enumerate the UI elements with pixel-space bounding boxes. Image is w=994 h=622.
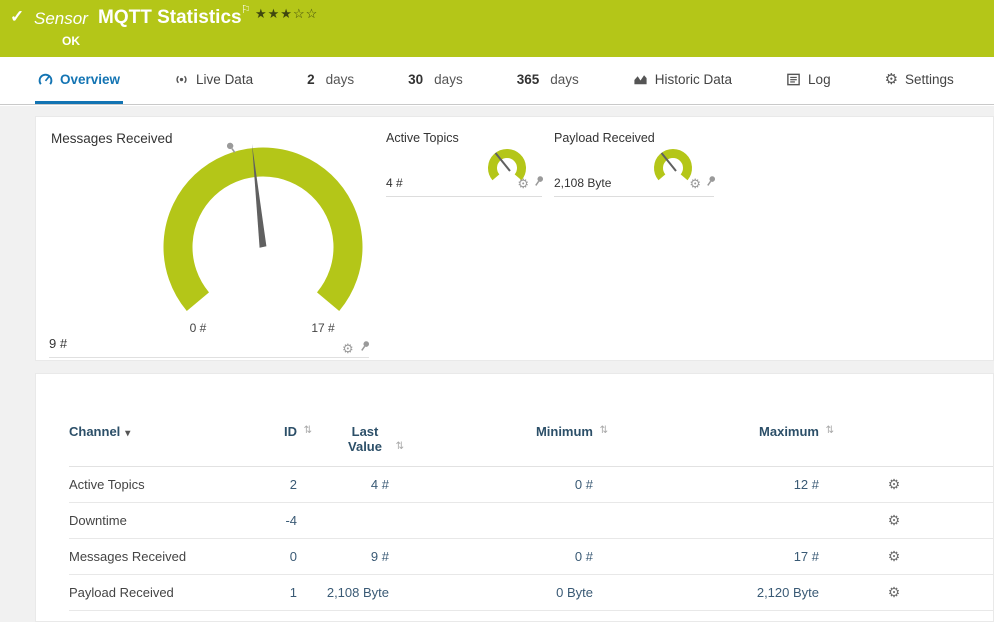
- channel-maximum: 12 #: [793, 477, 819, 492]
- overview-gauge-icon: [38, 72, 53, 87]
- live-data-broadcast-icon: [174, 72, 189, 87]
- channel-settings-gear-icon[interactable]: ⚙: [888, 584, 901, 600]
- channel-minimum: 0 #: [574, 549, 593, 564]
- sensor-type-label: Sensor: [34, 9, 88, 28]
- rating-stars[interactable]: ★★★☆☆: [255, 6, 318, 22]
- tab-365-days[interactable]: 365 days: [514, 57, 582, 104]
- mini-gauge-title: Active Topics: [386, 131, 459, 145]
- gauge-pin-icon[interactable]: [529, 173, 547, 193]
- table-row: Active Topics 2 4 # 0 # 12 # ⚙: [69, 467, 993, 503]
- mini-gauge-value: 2,108 Byte: [554, 176, 612, 190]
- tab-historic-data[interactable]: Historic Data: [630, 57, 735, 104]
- main-gauge-value: 9 #: [49, 336, 68, 351]
- tab-label: Live Data: [196, 71, 254, 87]
- channels-table: Channel ▾ ID ⇅ Last Value ⇅ Minimum ⇅ Maximu…: [69, 424, 993, 611]
- divider: [49, 357, 369, 358]
- tab-day-count: 2: [307, 71, 315, 87]
- tab-day-count: 30: [408, 71, 424, 87]
- gauge-settings-gear-icon[interactable]: ⚙: [517, 177, 529, 190]
- channel-maximum: 2,120 Byte: [756, 585, 819, 600]
- gauges-panel: Messages Received 0 # 17 # 9 # ⚙ Active …: [35, 116, 994, 361]
- channel-id: 2: [289, 477, 297, 492]
- sensor-header: ✓ Sensor MQTT Statistics ⚐ ★★★☆☆ OK: [0, 0, 994, 57]
- channel-last-value: 4 #: [370, 477, 389, 492]
- content-area: Messages Received 0 # 17 # 9 # ⚙ Active …: [0, 106, 994, 622]
- mini-gauge-value: 4 #: [386, 176, 403, 190]
- gauge-pin-icon[interactable]: [354, 338, 372, 358]
- channel-maximum: 17 #: [793, 549, 819, 564]
- tab-settings[interactable]: ⚙ Settings: [882, 57, 957, 104]
- payload-received-gauge-block: Payload Received 2,108 Byte ⚙: [554, 131, 716, 197]
- tab-2-days[interactable]: 2 days: [304, 57, 357, 104]
- channel-last-value: 9 #: [370, 549, 389, 564]
- channel-id: 0: [289, 549, 297, 564]
- tab-bar: Overview Live Data 2 days 30 days 365 days …: [0, 57, 994, 105]
- gauge-scale-min: 0 #: [189, 321, 207, 335]
- column-header-maximum[interactable]: Maximum ⇅: [593, 424, 834, 439]
- channel-settings-gear-icon[interactable]: ⚙: [888, 548, 901, 564]
- gauge-scale-max: 17 #: [311, 321, 335, 335]
- tab-day-suffix: days: [550, 71, 579, 87]
- channel-name: Payload Received: [69, 585, 174, 600]
- table-row: Downtime -4 ⚙: [69, 503, 993, 539]
- tab-label: Historic Data: [654, 71, 733, 87]
- table-row: Messages Received 0 9 # 0 # 17 # ⚙: [69, 539, 993, 575]
- main-gauge-title: Messages Received: [51, 131, 173, 146]
- channel-name: Active Topics: [69, 477, 145, 492]
- tab-day-suffix: days: [434, 71, 463, 87]
- column-header-channel[interactable]: Channel ▾: [69, 424, 239, 439]
- status-ok-check-icon: ✓: [10, 7, 25, 26]
- tab-30-days[interactable]: 30 days: [405, 57, 466, 104]
- channel-last-value: 2,108 Byte: [326, 585, 389, 600]
- page-title: MQTT Statistics: [98, 7, 242, 28]
- column-header-minimum[interactable]: Minimum ⇅: [389, 424, 608, 439]
- tab-live-data[interactable]: Live Data: [171, 57, 256, 104]
- tab-day-count: 365: [516, 71, 540, 87]
- channel-minimum: 0 #: [574, 477, 593, 492]
- log-list-icon: [786, 72, 801, 87]
- tab-day-suffix: days: [325, 71, 355, 87]
- sort-icon: ⇅: [395, 441, 404, 452]
- table-row: Payload Received 1 2,108 Byte 0 Byte 2,1…: [69, 575, 993, 611]
- channels-table-panel: Channel ▾ ID ⇅ Last Value ⇅ Minimum ⇅ Maximu…: [35, 373, 994, 622]
- gauge-settings-gear-icon[interactable]: ⚙: [689, 177, 701, 190]
- channel-id: -4: [285, 513, 297, 528]
- tab-overview[interactable]: Overview: [35, 57, 124, 104]
- gauge-settings-gear-icon[interactable]: ⚙: [342, 342, 354, 355]
- historic-chart-icon: [633, 72, 648, 87]
- priority-flag-icon[interactable]: ⚐: [241, 3, 251, 16]
- sort-caret-icon: ▾: [125, 428, 131, 439]
- gauge-pin-icon[interactable]: [701, 173, 719, 193]
- mini-gauge-title: Payload Received: [554, 131, 655, 145]
- active-topics-gauge-block: Active Topics 4 # ⚙: [386, 131, 544, 197]
- channel-name: Downtime: [69, 513, 127, 528]
- table-header-row: Channel ▾ ID ⇅ Last Value ⇅ Minimum ⇅ Maximu…: [69, 424, 993, 467]
- channel-settings-gear-icon[interactable]: ⚙: [888, 476, 901, 492]
- tab-label: Settings: [905, 71, 954, 87]
- settings-gear-icon: ⚙: [884, 71, 899, 88]
- column-header-id[interactable]: ID ⇅: [239, 424, 312, 439]
- sort-icon: ⇅: [825, 425, 834, 436]
- column-header-last-value[interactable]: Last Value ⇅: [297, 424, 404, 454]
- channel-id: 1: [289, 585, 297, 600]
- tab-log[interactable]: Log: [783, 57, 834, 104]
- channel-name: Messages Received: [69, 549, 187, 564]
- status-badge: OK: [62, 34, 80, 48]
- channel-minimum: 0 Byte: [556, 585, 593, 600]
- channel-settings-gear-icon[interactable]: ⚙: [888, 512, 901, 528]
- tab-label: Log: [808, 71, 831, 87]
- tab-label: Overview: [60, 71, 121, 87]
